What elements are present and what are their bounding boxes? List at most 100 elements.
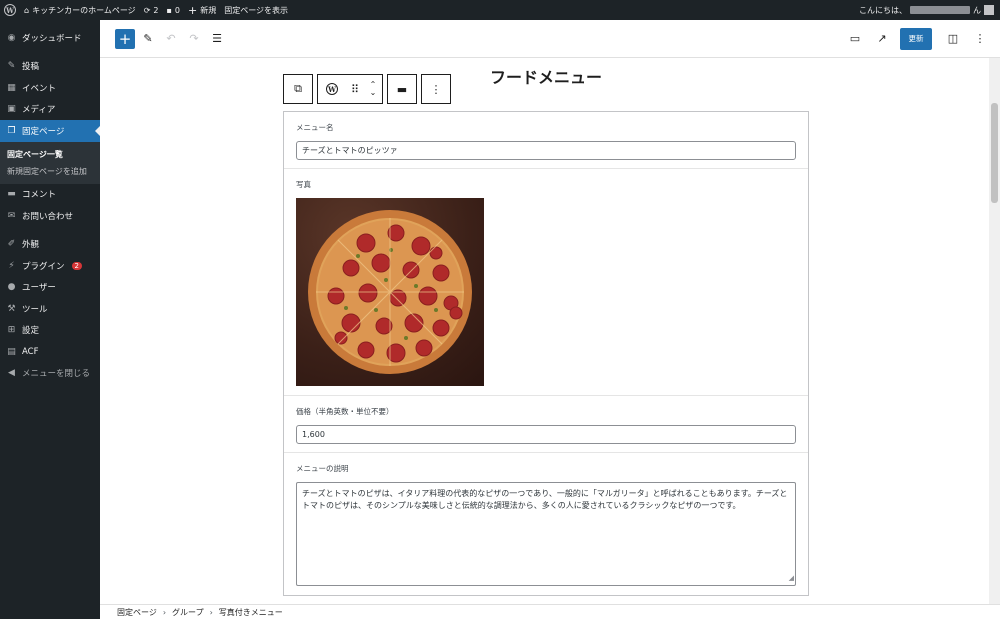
sidebar-item-plugins[interactable]: ⚡ プラグイン 2 bbox=[0, 255, 100, 277]
sidebar-item-dashboard[interactable]: ◉ ダッシュボード bbox=[0, 27, 100, 49]
update-button[interactable]: 更新 bbox=[900, 27, 932, 50]
comments-link[interactable]: ▪ 0 bbox=[162, 0, 184, 20]
sidebar-item-label: 設定 bbox=[22, 326, 40, 337]
sidebar-item-posts[interactable]: ✎ 投稿 bbox=[0, 56, 100, 78]
options-button[interactable]: ⋮ bbox=[970, 29, 990, 49]
settings-icon: ⊞ bbox=[7, 325, 16, 336]
pizza-photo[interactable] bbox=[296, 198, 484, 386]
sidebar-item-pages[interactable]: ❐ 固定ページ bbox=[0, 120, 100, 142]
add-block-button[interactable]: + bbox=[115, 28, 135, 49]
wordpress-icon: W bbox=[326, 83, 338, 95]
block-breadcrumb: 固定ページ › グループ › 写真付きメニュー bbox=[100, 604, 1000, 619]
sidebar-item-label: 外観 bbox=[22, 240, 40, 251]
pencil-icon: ✎ bbox=[143, 32, 153, 45]
sidebar-item-label: コメント bbox=[22, 190, 57, 201]
sidebar-item-events[interactable]: ▦ イベント bbox=[0, 77, 100, 99]
username-redacted bbox=[910, 6, 970, 14]
sidebar-item-label: プラグイン bbox=[22, 261, 65, 272]
resize-handle-icon[interactable]: ◢ bbox=[789, 573, 794, 584]
block-type-button[interactable]: W bbox=[318, 75, 346, 103]
dashboard-icon: ◉ bbox=[7, 32, 16, 43]
sidebar-item-label: 固定ページ bbox=[22, 126, 65, 137]
price-input[interactable]: 1,600 bbox=[296, 425, 796, 444]
scrollbar-thumb[interactable] bbox=[991, 103, 998, 203]
comments-count: 0 bbox=[174, 5, 180, 15]
editor-header: + ✎ ↶ ↷ ☰ ▭ ↗ 更新 ◫ ⋮ bbox=[100, 20, 1000, 58]
breadcrumb-item[interactable]: グループ bbox=[172, 607, 204, 618]
updates-link[interactable]: ⟳ 2 bbox=[140, 0, 163, 20]
my-account-link[interactable]: こんにちは、 ん bbox=[859, 5, 1000, 16]
sidebar-item-label: ACF bbox=[22, 346, 39, 357]
pages-icon: ❐ bbox=[7, 125, 16, 136]
sidebar-item-comments[interactable]: ▬ コメント bbox=[0, 184, 100, 206]
description-text: チーズとトマトのピザは、イタリア料理の代表的なピザの一つであり、一般的に「マルガ… bbox=[302, 489, 788, 511]
description-label: メニューの説明 bbox=[296, 464, 349, 473]
plugin-icon: ⚡ bbox=[8, 260, 15, 271]
acf-icon: ▤ bbox=[7, 346, 16, 357]
new-content-link[interactable]: + 新規 bbox=[184, 0, 220, 20]
sidebar-item-users[interactable]: ● ユーザー bbox=[0, 277, 100, 299]
plus-icon: + bbox=[188, 3, 198, 17]
canvas-scrollbar[interactable] bbox=[989, 58, 1000, 604]
page-title[interactable]: フードメニュー bbox=[490, 64, 602, 88]
sidebar-item-label: メディア bbox=[22, 105, 56, 116]
admin-sidebar: ◉ ダッシュボード ✎ 投稿 ▦ イベント ▣ メディア ❐ 固定ページ 固定ペ… bbox=[0, 20, 100, 619]
select-parent-button[interactable]: ⧉ bbox=[284, 75, 312, 103]
undo-button[interactable]: ↶ bbox=[161, 29, 181, 49]
submenu-item-pages-list[interactable]: 固定ページ一覧 bbox=[0, 146, 100, 163]
menu-name-input[interactable]: チーズとトマトのピッツァ bbox=[296, 141, 796, 160]
sidebar-item-appearance[interactable]: ✐ 外観 bbox=[0, 234, 100, 256]
greeting: こんにちは、 bbox=[859, 5, 907, 15]
acf-field-group-block[interactable]: メニュー名 チーズとトマトのピッツァ 写真 価格（半角英数・単位不要） 1,60… bbox=[283, 111, 809, 596]
block-options-button[interactable]: ⋮ bbox=[422, 75, 450, 103]
mail-icon: ✉ bbox=[7, 210, 16, 221]
pin-icon: ✎ bbox=[7, 61, 16, 72]
tools-button[interactable]: ✎ bbox=[138, 29, 158, 49]
toolbar-group-parent: ⧉ bbox=[283, 74, 313, 104]
list-view-button[interactable]: ☰ bbox=[207, 29, 227, 49]
preview-button[interactable]: ▭ bbox=[845, 29, 865, 49]
list-view-icon: ☰ bbox=[212, 32, 222, 45]
menu-name-label: メニュー名 bbox=[296, 123, 334, 132]
drag-handle[interactable]: ⠿ bbox=[346, 75, 364, 103]
submenu-item-add-page[interactable]: 新規固定ページを追加 bbox=[0, 163, 100, 180]
site-name-link[interactable]: ⌂ キッチンカーのホームページ bbox=[20, 0, 140, 20]
sidebar-item-acf[interactable]: ▤ ACF bbox=[0, 341, 100, 363]
more-vertical-icon: ⋮ bbox=[974, 32, 986, 45]
redo-button[interactable]: ↷ bbox=[184, 29, 204, 49]
toolbar-group-align: ▬ bbox=[387, 74, 417, 104]
chevron-down-icon: ⌄ bbox=[369, 88, 377, 97]
wordpress-logo-button[interactable]: W bbox=[0, 0, 20, 20]
group-icon: ⧉ bbox=[294, 82, 302, 95]
comment-icon: ▪ bbox=[166, 5, 172, 15]
sidebar-item-tools[interactable]: ⚒ ツール bbox=[0, 298, 100, 320]
breadcrumb-item[interactable]: 固定ページ bbox=[117, 607, 157, 618]
home-icon: ⌂ bbox=[24, 5, 30, 15]
photo-field: 写真 bbox=[284, 169, 808, 396]
view-page-link[interactable]: 固定ページを表示 bbox=[220, 0, 292, 20]
brush-icon: ✐ bbox=[7, 239, 16, 250]
sidebar-toggle-icon: ◫ bbox=[947, 32, 959, 45]
sidebar-item-label: ダッシュボード bbox=[22, 33, 82, 44]
sidebar-item-settings[interactable]: ⊞ 設定 bbox=[0, 320, 100, 342]
updates-count: 2 bbox=[153, 5, 159, 15]
move-up-down-button[interactable]: ⌃ ⌄ bbox=[364, 75, 382, 103]
description-textarea[interactable]: チーズとトマトのピザは、イタリア料理の代表的なピザの一つであり、一般的に「マルガ… bbox=[296, 482, 796, 586]
align-button[interactable]: ▬ bbox=[388, 75, 416, 103]
sidebar-item-contact[interactable]: ✉ お問い合わせ bbox=[0, 205, 100, 227]
sidebar-item-label: ユーザー bbox=[22, 283, 56, 294]
view-page-button[interactable]: ↗ bbox=[872, 29, 892, 49]
external-link-icon: ↗ bbox=[877, 32, 887, 45]
comment-icon: ▬ bbox=[7, 189, 16, 200]
sidebar-item-label: ツール bbox=[22, 304, 48, 315]
avatar bbox=[984, 5, 994, 15]
redo-icon: ↷ bbox=[189, 32, 199, 45]
sidebar-collapse-menu[interactable]: ◀ メニューを閉じる bbox=[0, 363, 100, 385]
block-toolbar: ⧉ W ⠿ ⌃ ⌄ ▬ ⋮ bbox=[283, 74, 451, 104]
new-label: 新規 bbox=[200, 5, 217, 15]
sidebar-item-media[interactable]: ▣ メディア bbox=[0, 99, 100, 121]
settings-sidebar-button[interactable]: ◫ bbox=[943, 29, 963, 49]
sidebar-item-label: お問い合わせ bbox=[22, 211, 74, 222]
wrench-icon: ⚒ bbox=[7, 303, 16, 314]
breadcrumb-item[interactable]: 写真付きメニュー bbox=[219, 607, 283, 618]
